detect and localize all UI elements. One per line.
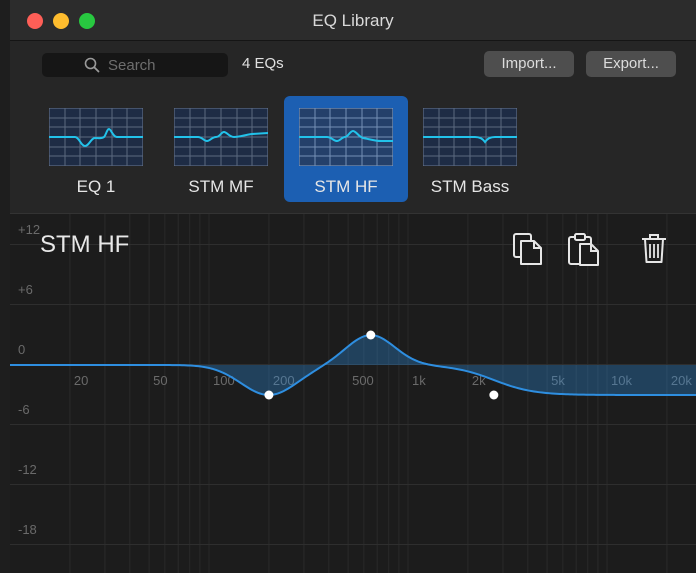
eq-preset-title: STM HF [40,231,130,258]
library-toolbar: 4 EQs Import... Export... EQ 1 [10,41,696,213]
preset-label: STM Bass [430,177,510,196]
trash-icon[interactable] [638,231,670,267]
preset-label: STM MF [188,177,254,196]
frequency-axis-label: 1k [412,373,426,388]
eq-thumbnail [299,108,393,166]
import-button[interactable]: Import... [484,51,574,77]
preset-stm-mf[interactable]: STM MF [159,96,283,202]
eq-thumbnail [423,108,517,166]
db-axis-label: 0 [18,342,25,357]
preset-eq-1[interactable]: EQ 1 [34,96,158,202]
export-button[interactable]: Export... [586,51,676,77]
db-axis-label: -12 [18,462,37,477]
eq-count: 4 EQs [242,55,284,72]
search-field[interactable] [42,53,228,77]
preset-stm-hf[interactable]: STM HF [284,96,408,202]
eq-band-handle[interactable] [489,390,499,400]
paste-icon[interactable] [566,231,602,267]
db-axis-label: -6 [18,402,30,417]
db-axis-label: +6 [18,282,33,297]
eq-graph-panel: +12+60-6-12-18 20501002005001k2k5k10k20k… [10,213,696,573]
frequency-axis-label: 50 [153,373,167,388]
preset-stm-bass[interactable]: STM Bass [408,96,532,202]
eq-library-window: EQ Library 4 EQs Import... Export... EQ … [10,0,696,573]
db-axis-label: +12 [18,222,40,237]
frequency-axis-label: 20 [74,373,88,388]
eq-thumbnail [49,108,143,166]
title-bar: EQ Library [10,0,696,41]
frequency-axis-label: 500 [352,373,374,388]
preset-label: EQ 1 [76,177,116,196]
eq-curve-graph[interactable]: +12+60-6-12-18 20501002005001k2k5k10k20k [10,214,696,573]
window-title: EQ Library [312,11,394,30]
preset-label: STM HF [314,177,378,196]
search-icon [84,57,100,73]
copy-icon[interactable] [510,231,546,267]
eq-thumbnail [174,108,268,166]
search-input[interactable] [108,55,218,75]
db-axis-label: -18 [18,522,37,537]
eq-band-handle[interactable] [366,330,376,340]
eq-band-handle[interactable] [264,390,274,400]
